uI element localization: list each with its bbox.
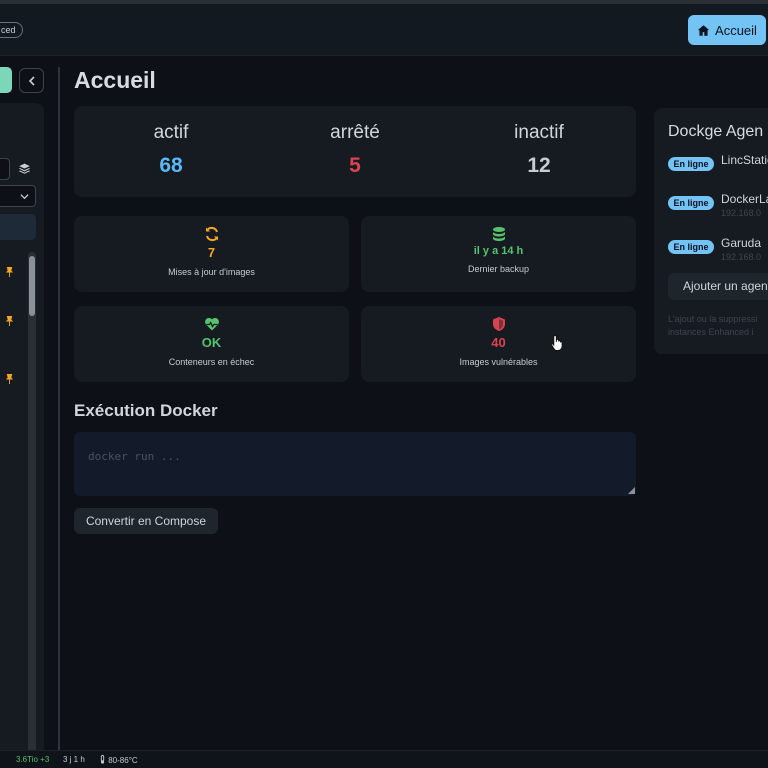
stat-stopped: arrêté 5 [285,122,425,178]
thermometer-icon [100,755,105,764]
stat-active-value: 68 [159,154,183,177]
status-bar: 3.6Tio +3 3 j 1 h 80-86°C [0,750,768,768]
page-title: Accueil [74,67,156,93]
vulnerable-images-card[interactable]: 40 Images vulnérables [361,306,636,382]
agent-address: 192.168.0 [721,252,762,262]
stat-inactive-label: inactif [514,122,564,143]
failed-containers-card[interactable]: OK Conteneurs en échec [74,306,349,382]
agent-row[interactable]: En ligne LincStatio [668,153,768,187]
dockge-agents-panel: Dockge Agen En ligne LincStatio En ligne… [654,108,768,354]
last-backup-value: il y a 14 h [473,245,524,257]
mode-badge: ced [0,22,23,38]
stat-inactive-value: 12 [527,154,551,177]
image-updates-label: Mises à jour d'images [168,267,255,277]
pin-icon[interactable] [4,315,15,327]
home-icon [697,24,710,36]
last-backup-card[interactable]: il y a 14 h Dernier backup [361,216,636,292]
disk-usage: 3.6Tio +3 [16,755,50,764]
convert-to-compose-button[interactable]: Convertir en Compose [74,508,218,534]
agent-name: DockerLa [721,192,768,206]
top-header: ced Accueil [0,4,768,56]
agents-title: Dockge Agen [668,123,764,140]
docker-run-title: Exécution Docker [74,401,218,420]
stat-active-label: actif [153,122,189,143]
heart-pulse-icon [204,317,219,331]
stat-active: actif 68 [101,122,241,178]
compose-add-button[interactable] [0,67,12,93]
agent-row[interactable]: En ligne Garuda 192.168.0 [668,236,768,270]
last-backup-label: Dernier backup [467,264,530,274]
hand-cursor-icon [551,335,563,351]
home-button[interactable]: Accueil [688,15,766,45]
stack-search-input[interactable] [0,158,10,180]
sidebar-collapse-button[interactable] [19,68,44,93]
layers-icon[interactable] [18,162,31,175]
failed-containers-value: OK [201,335,222,350]
agent-status-badge: En ligne [668,240,714,254]
uptime: 3 j 1 h [63,755,85,764]
sidebar-divider[interactable] [58,67,60,750]
stat-stopped-label: arrêté [330,122,380,143]
agents-note-line: L'ajout ou la suppressi [668,314,758,324]
agent-name: Garuda [721,236,762,250]
stack-filter-bar[interactable] [0,214,36,240]
stack-filter-select[interactable] [0,185,36,207]
pin-icon[interactable] [4,373,15,385]
stack-stats-card: actif 68 arrêté 5 inactif 12 [74,106,636,197]
stat-stopped-value: 5 [349,154,361,177]
home-button-label: Accueil [715,22,757,38]
image-updates-value: 7 [207,245,216,260]
stack-list-scrollbar-thumb[interactable] [29,256,35,316]
refresh-icon [205,226,218,242]
shield-icon [492,317,505,331]
agents-note-line: instances Enhanced i [668,327,754,337]
agent-status-badge: En ligne [668,157,714,171]
stack-list-scrollbar[interactable] [28,252,36,752]
chevron-down-icon [20,193,29,199]
agent-row[interactable]: En ligne DockerLa 192.168.0 [668,192,768,226]
temperature: 80-86°C [99,755,138,765]
vulnerable-images-value: 40 [491,335,506,350]
agent-name: LincStatio [721,153,768,167]
agents-note: L'ajout ou la suppressi instances Enhanc… [668,313,768,339]
chevron-left-icon [28,75,35,86]
agent-status-badge: En ligne [668,196,714,210]
resize-grip-icon[interactable] [628,487,635,494]
pin-icon[interactable] [4,266,15,278]
docker-run-input[interactable]: docker run ... [74,432,636,496]
add-agent-button[interactable]: Ajouter un agent [668,273,768,300]
stat-inactive: inactif 12 [469,122,609,178]
database-icon [492,227,505,241]
vulnerable-images-label: Images vulnérables [459,357,538,367]
temperature-value: 80-86°C [108,756,138,765]
agent-address: 192.168.0 [721,208,762,218]
image-updates-card[interactable]: 7 Mises à jour d'images [74,216,349,292]
failed-containers-label: Conteneurs en échec [168,357,255,367]
